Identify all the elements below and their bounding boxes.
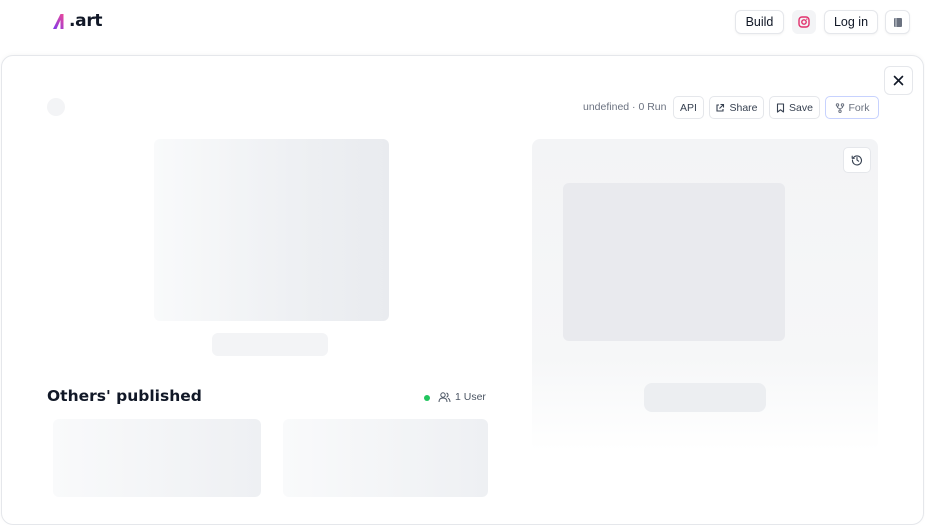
preview-image-placeholder bbox=[154, 139, 389, 321]
workspace-card-placeholder bbox=[563, 183, 785, 341]
login-button[interactable]: Log in bbox=[824, 10, 878, 34]
close-button[interactable] bbox=[884, 66, 913, 95]
build-button[interactable]: Build bbox=[735, 10, 784, 34]
api-label: API bbox=[680, 101, 697, 114]
logo-text: .art bbox=[69, 11, 103, 31]
avatar-placeholder bbox=[47, 98, 65, 116]
fork-label: Fork bbox=[848, 101, 870, 114]
users-count: 1 User bbox=[438, 391, 486, 403]
published-card-placeholder bbox=[283, 419, 488, 497]
share-label: Share bbox=[729, 101, 758, 114]
workspace-button-placeholder bbox=[644, 383, 766, 412]
fork-button[interactable]: Fork bbox=[825, 96, 879, 119]
section-title: Others' published bbox=[47, 387, 202, 405]
close-icon bbox=[893, 75, 904, 86]
docs-button[interactable] bbox=[885, 10, 910, 34]
share-button[interactable]: Share bbox=[709, 96, 764, 119]
history-button[interactable] bbox=[843, 147, 871, 173]
caption-placeholder bbox=[212, 333, 328, 356]
instagram-icon bbox=[798, 16, 810, 28]
logo-mark-icon bbox=[53, 13, 64, 29]
share-icon bbox=[716, 103, 725, 112]
online-status-dot bbox=[424, 395, 430, 401]
users-icon bbox=[438, 391, 451, 402]
run-meta: undefined · 0 Run bbox=[583, 101, 667, 113]
save-button[interactable]: Save bbox=[769, 96, 820, 119]
instagram-button[interactable] bbox=[792, 10, 816, 34]
logo[interactable]: .art bbox=[52, 11, 103, 31]
published-card-placeholder bbox=[53, 419, 261, 497]
book-icon bbox=[893, 17, 902, 27]
top-nav: .art Build Log in bbox=[0, 0, 925, 44]
users-label: 1 User bbox=[455, 391, 486, 403]
save-label: Save bbox=[789, 101, 813, 114]
history-icon bbox=[851, 155, 862, 166]
fork-icon bbox=[835, 102, 844, 113]
api-button[interactable]: API bbox=[673, 96, 704, 119]
bookmark-icon bbox=[776, 102, 785, 113]
